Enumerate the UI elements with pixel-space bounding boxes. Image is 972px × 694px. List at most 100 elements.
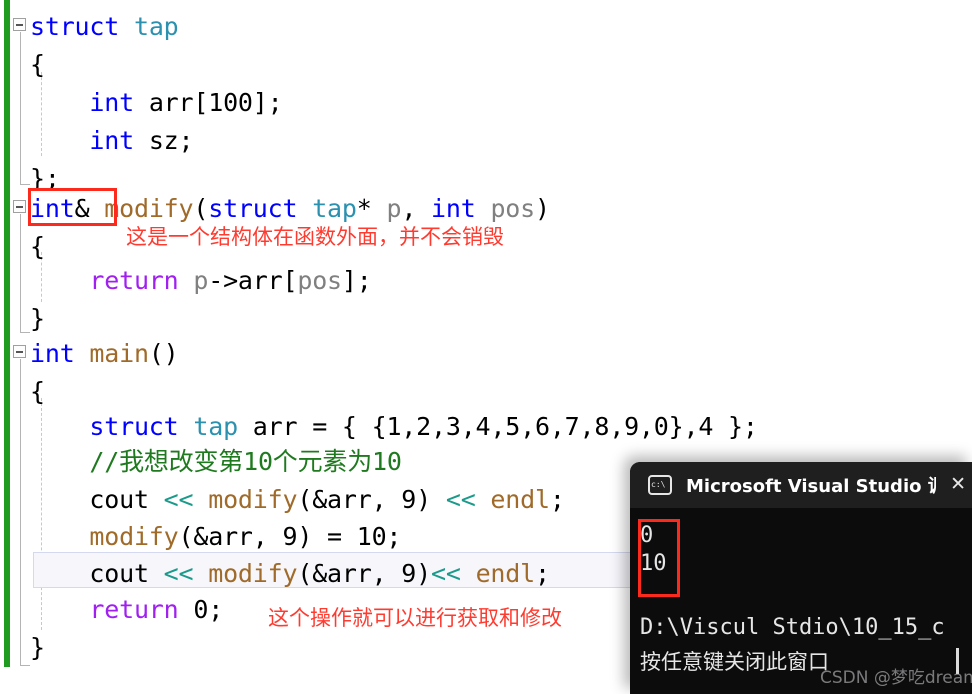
code-token: } <box>30 304 45 333</box>
code-token: struct <box>30 12 134 41</box>
code-token: ]; <box>341 266 372 295</box>
code-line[interactable]: return 0; <box>30 591 223 629</box>
code-token: struct <box>208 194 313 223</box>
scope-guide-foot-main <box>20 665 30 666</box>
code-line[interactable]: int arr[100]; <box>30 84 282 122</box>
code-token: ; <box>534 559 550 588</box>
change-bar-block-3 <box>4 333 10 667</box>
code-token: (&arr, 9) <box>297 485 446 514</box>
code-line[interactable]: { <box>30 46 45 84</box>
code-line[interactable]: } <box>30 629 45 667</box>
collapse-toggle-main[interactable] <box>13 345 26 358</box>
code-token: return <box>89 595 179 624</box>
scope-guide-main <box>20 359 21 665</box>
console-exit-path: D:\Viscul Stdio\10_15_c <box>640 615 945 640</box>
code-token: pos <box>490 194 536 223</box>
code-token: int <box>30 339 75 368</box>
code-token: tap <box>133 12 179 41</box>
code-token: << <box>445 485 476 514</box>
code-line[interactable]: } <box>30 300 45 338</box>
code-token: << <box>163 559 194 588</box>
console-press-any-key: 按任意键关闭此窗口 <box>640 650 829 674</box>
console-titlebar[interactable]: Microsoft Visual Studio 调试控 <box>630 462 972 508</box>
code-token: endl <box>475 559 536 588</box>
highlight-box-console-output <box>638 519 680 597</box>
code-token: main <box>89 339 149 368</box>
code-token: //我想改变第10个元素为10 <box>30 447 402 476</box>
code-token: p <box>193 266 209 295</box>
code-token: struct <box>89 412 194 441</box>
scope-guide-modify <box>20 214 21 332</box>
code-line[interactable]: struct tap <box>30 8 179 46</box>
code-token: p <box>386 194 402 223</box>
code-token: << <box>163 485 194 514</box>
change-bar-block-1 <box>4 0 10 185</box>
code-token: tap <box>312 194 357 223</box>
code-token: int <box>431 194 476 223</box>
annotation-get-and-modify: 这个操作就可以进行获取和修改 <box>268 606 562 630</box>
code-token: endl <box>490 485 550 514</box>
code-line[interactable]: cout << modify(&arr, 9)<< endl; <box>30 555 550 593</box>
code-line[interactable]: int main() <box>30 335 179 373</box>
code-token: { <box>30 232 45 261</box>
code-token: ) <box>535 194 550 223</box>
collapse-toggle-struct-tap[interactable] <box>13 18 26 31</box>
code-token: modify <box>104 194 194 223</box>
code-token: , <box>401 194 432 223</box>
code-token: arr[100]; <box>133 88 283 117</box>
code-token: { <box>30 377 45 406</box>
code-token: int <box>89 88 134 117</box>
code-line[interactable]: cout << modify(&arr, 9) << endl; <box>30 481 565 519</box>
code-token: tap <box>193 412 238 441</box>
highlight-box-int-reference <box>28 188 117 226</box>
debug-console-window[interactable]: Microsoft Visual Studio 调试控 ✕ 0 10 D:\Vi… <box>630 462 972 694</box>
code-token: cout <box>30 485 164 514</box>
code-token: pos <box>297 266 342 295</box>
code-token: ; <box>549 485 565 514</box>
collapse-toggle-modify[interactable] <box>13 200 26 213</box>
scope-guide-foot-modify <box>20 332 30 333</box>
code-line[interactable]: struct tap arr = { {1,2,3,4,5,6,7,8,9,0}… <box>30 408 758 446</box>
close-icon[interactable]: ✕ <box>950 473 966 495</box>
code-line[interactable]: return p->arr[pos]; <box>30 262 372 300</box>
code-token: return <box>89 266 179 295</box>
code-token: cout <box>30 559 164 588</box>
code-line[interactable]: //我想改变第10个元素为10 <box>30 443 402 481</box>
code-token: modify <box>89 522 179 551</box>
code-token: << <box>431 559 461 588</box>
code-token: ->arr[ <box>208 266 298 295</box>
code-token: { <box>30 50 45 79</box>
console-cmd-icon <box>648 475 672 495</box>
code-token: () <box>148 339 179 368</box>
code-token: modify <box>208 559 298 588</box>
scope-guide-foot-struct <box>20 184 30 185</box>
code-line[interactable]: { <box>30 373 45 411</box>
change-bar-block-2 <box>4 185 10 333</box>
code-token: ( <box>193 194 209 223</box>
code-token: sz; <box>133 126 194 155</box>
annotation-struct-outside: 这是一个结构体在函数外面，并不会销毁 <box>126 225 504 249</box>
scope-guide-struct <box>20 32 21 184</box>
code-token: modify <box>208 485 298 514</box>
code-line[interactable]: { <box>30 228 45 266</box>
code-token: arr = { {1,2,3,4,5,6,7,8,9,0},4 }; <box>237 412 758 441</box>
code-line[interactable]: modify(&arr, 9) = 10; <box>30 518 401 556</box>
code-token: 0; <box>178 595 224 624</box>
code-token: (&arr, 9) <box>297 559 432 588</box>
code-token: * <box>356 194 387 223</box>
code-line[interactable]: int sz; <box>30 122 193 160</box>
console-title: Microsoft Visual Studio 调试控 <box>686 476 936 497</box>
